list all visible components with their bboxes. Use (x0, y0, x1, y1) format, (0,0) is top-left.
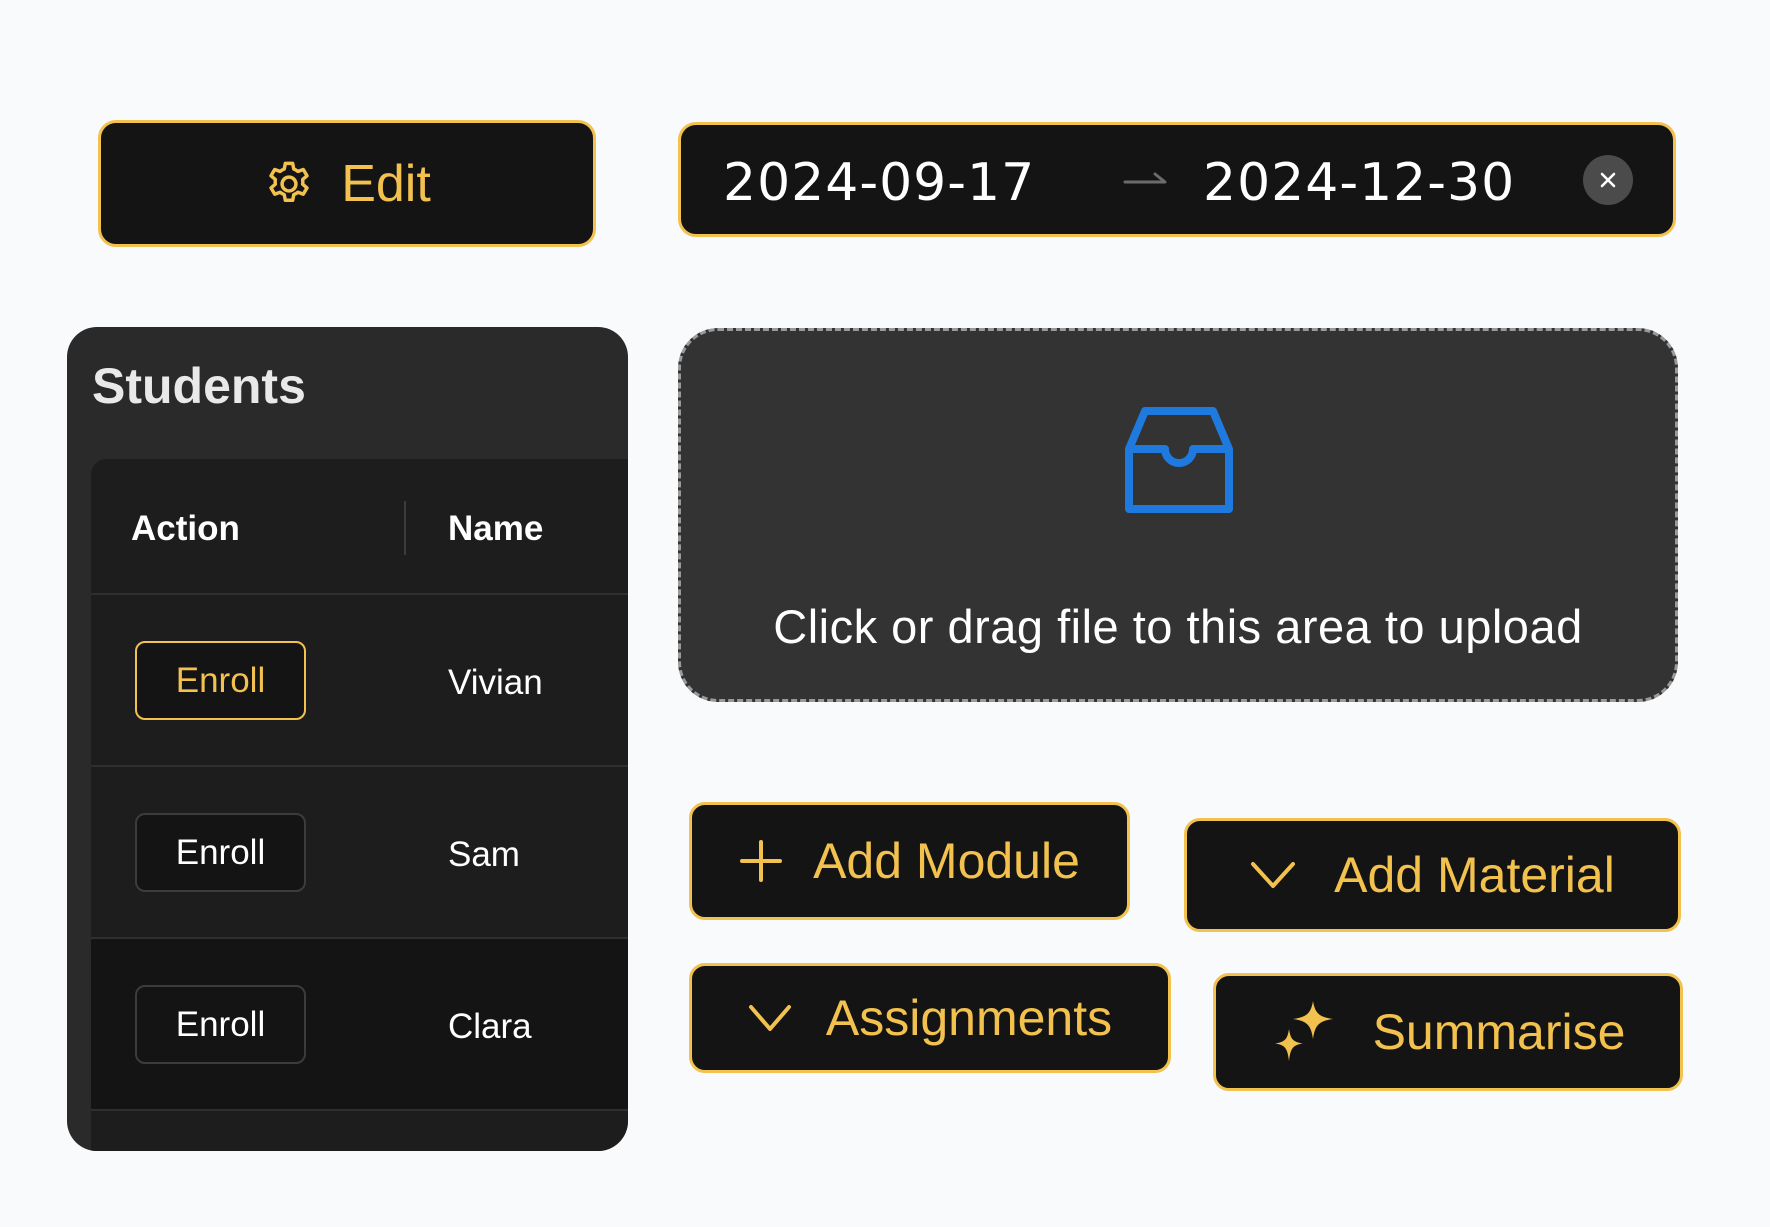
assignments-button[interactable]: Assignments (689, 963, 1171, 1073)
column-divider (404, 501, 406, 555)
enroll-button[interactable]: Enroll (135, 641, 306, 720)
table-row: Enroll Sam (91, 767, 628, 939)
add-material-button[interactable]: Add Material (1184, 818, 1681, 932)
gear-icon (269, 161, 309, 202)
column-header-name: Name (448, 509, 544, 548)
students-title: Students (92, 358, 306, 414)
date-start-input[interactable]: 2024-09-17 (723, 153, 1035, 213)
date-end-input[interactable]: 2024-12-30 (1203, 153, 1515, 213)
date-range-picker[interactable]: 2024-09-17 2024-12-30 (678, 122, 1676, 237)
student-name: Sam (448, 835, 520, 874)
summarise-button[interactable]: Summarise (1213, 973, 1683, 1091)
chevron-down-icon (1251, 862, 1296, 888)
add-module-label: Add Module (813, 833, 1080, 889)
upload-dropzone[interactable]: Click or drag file to this area to uploa… (678, 328, 1678, 702)
table-header: Action Name (91, 459, 628, 595)
edit-button-label: Edit (341, 154, 431, 213)
inbox-icon (1125, 407, 1233, 513)
column-header-action: Action (131, 509, 240, 548)
plus-icon (740, 840, 783, 882)
student-name: Clara (448, 1007, 532, 1046)
edit-button[interactable]: Edit (98, 120, 596, 247)
student-name: Vivian (448, 663, 543, 702)
table-row: Enroll Vivian (91, 595, 628, 767)
enroll-button[interactable]: Enroll (135, 813, 306, 892)
summarise-label: Summarise (1372, 1004, 1626, 1060)
students-table: Action Name Enroll Vivian Enroll Sam Enr… (91, 459, 628, 1151)
assignments-label: Assignments (825, 990, 1113, 1046)
sparkle-icon (1274, 1001, 1333, 1061)
table-row: Enroll Clara (91, 939, 628, 1111)
students-card: Students Action Name Enroll Vivian Enrol… (67, 327, 628, 1151)
add-module-button[interactable]: Add Module (689, 802, 1130, 920)
add-material-label: Add Material (1334, 847, 1615, 903)
clear-date-button[interactable] (1583, 155, 1633, 205)
arrow-right-icon (1123, 172, 1167, 184)
upload-hint-text: Click or drag file to this area to uploa… (773, 600, 1583, 653)
chevron-down-icon (748, 1005, 791, 1031)
enroll-button[interactable]: Enroll (135, 985, 306, 1064)
close-icon (1600, 172, 1616, 188)
